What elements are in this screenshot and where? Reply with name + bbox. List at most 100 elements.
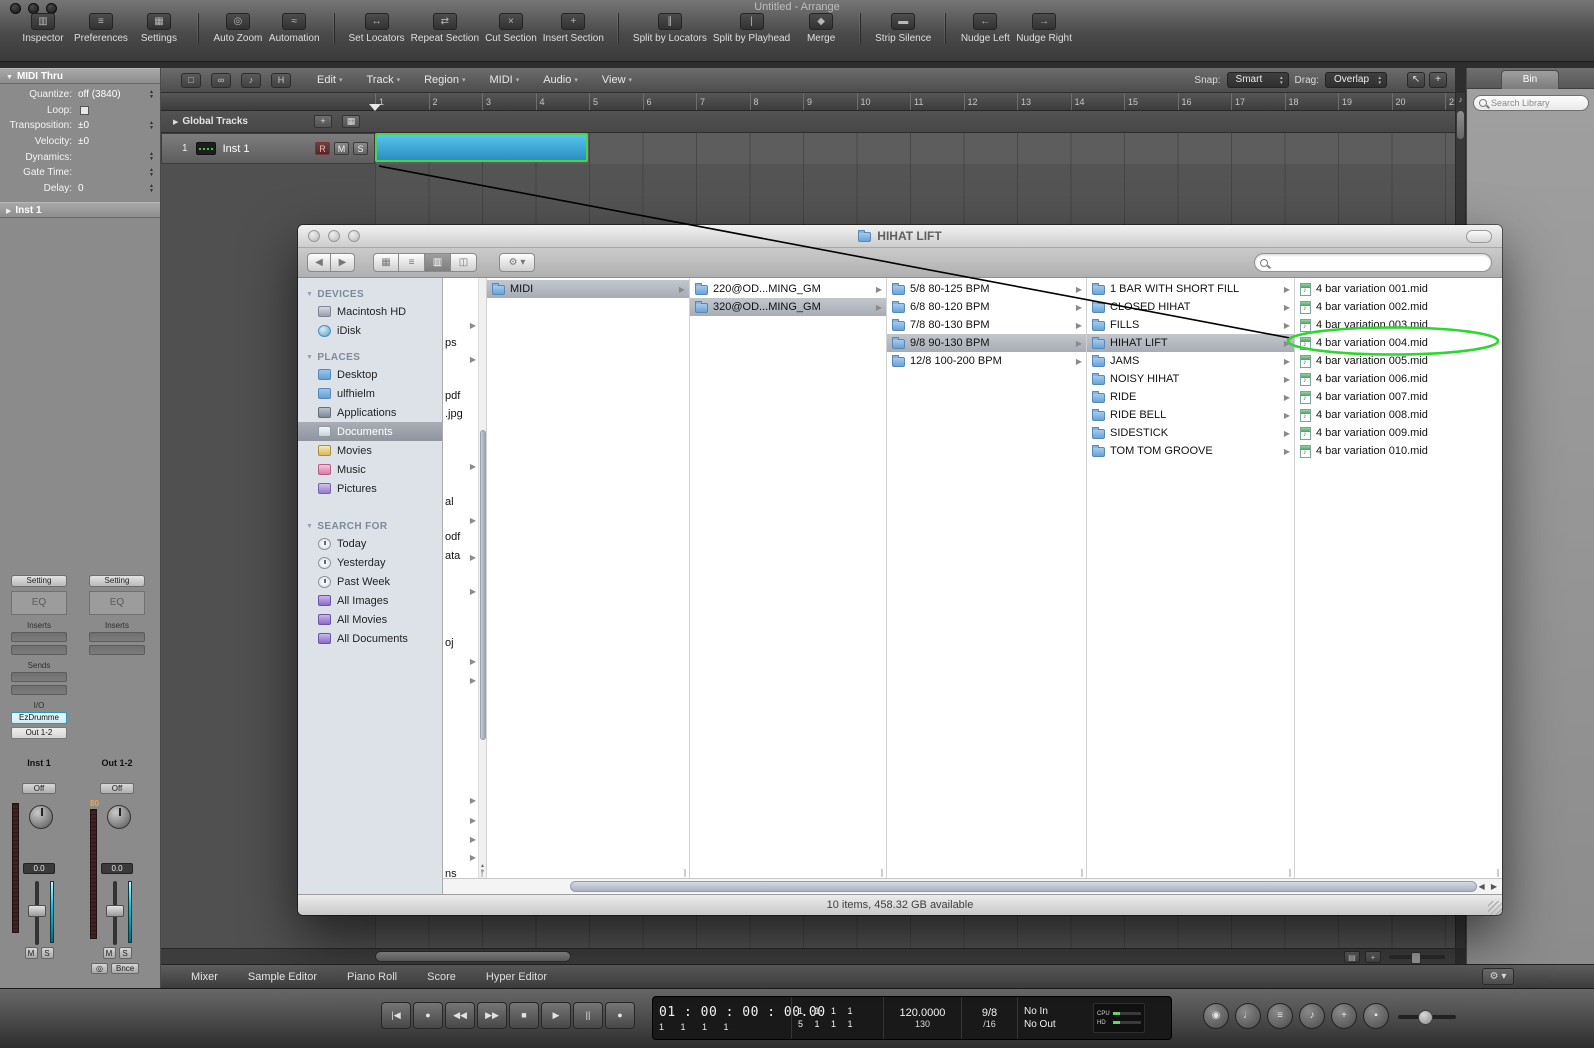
transport-aux-button[interactable]: ▪ — [1363, 1003, 1389, 1029]
clipped-filename[interactable]: pdf — [445, 390, 460, 402]
zoom-slider[interactable] — [1389, 952, 1445, 964]
gear-menu-button[interactable]: ⚙ ▾ — [1482, 968, 1514, 985]
finder-file-row[interactable]: 4 bar variation 007.mid — [1295, 388, 1502, 406]
mute-button[interactable]: M — [24, 947, 38, 959]
arrange-tool-button[interactable]: ♪ — [241, 72, 261, 88]
toolbar-button[interactable]: ◆ Merge — [796, 13, 846, 44]
arrange-tool-button[interactable]: □ — [181, 72, 201, 88]
solo-button[interactable]: S — [118, 947, 132, 959]
toolbar-button[interactable]: ▥ Inspector — [18, 13, 68, 44]
transport-button[interactable]: ◀◀ — [445, 1002, 475, 1029]
coverflow-view-button[interactable]: ◫ — [451, 253, 477, 272]
finder-titlebar[interactable]: HIHAT LIFT — [298, 225, 1502, 248]
param-value[interactable]: ±0 — [78, 120, 89, 131]
finder-folder-row[interactable]: 9/8 90-130 BPM ▶ — [887, 334, 1086, 352]
sidebar-item[interactable]: Macintosh HD — [298, 302, 442, 321]
bounce-button[interactable]: Bnce — [110, 963, 140, 974]
transport-button[interactable]: ▶▶ — [477, 1002, 507, 1029]
toolbar-button[interactable]: | Split by Playhead — [713, 13, 790, 44]
finder-folder-row[interactable]: 5/8 80-125 BPM ▶ — [887, 280, 1086, 298]
solo-button[interactable]: S — [40, 947, 54, 959]
insert-slot[interactable] — [11, 632, 67, 642]
master-volume-slider[interactable] — [1398, 1010, 1456, 1025]
finder-folder-row[interactable]: RIDE BELL ▶ — [1087, 406, 1294, 424]
cursor-tool-button[interactable]: + — [1429, 72, 1447, 88]
fader-thumb[interactable] — [106, 905, 124, 917]
left-locator[interactable]: 1 1 1 1 — [798, 1005, 877, 1018]
transport-button[interactable]: |◀ — [381, 1002, 411, 1029]
sidebar-item[interactable]: Desktop — [298, 365, 442, 384]
division-value[interactable]: /16 — [968, 1019, 1011, 1029]
right-locator[interactable]: 5 1 1 1 — [798, 1018, 877, 1031]
volume-fader[interactable] — [11, 881, 67, 945]
record-enable-button[interactable]: R — [315, 142, 330, 155]
finder-folder-row[interactable]: RIDE ▶ — [1087, 388, 1294, 406]
finder-folder-row[interactable]: HIHAT LIFT ▶ — [1087, 334, 1294, 352]
finder-folder-row[interactable]: JAMS ▶ — [1087, 352, 1294, 370]
sidebar-item[interactable]: Music — [298, 460, 442, 479]
stepper-icon[interactable]: ▲ ▼ — [149, 152, 154, 162]
clipped-filename[interactable]: ns — [445, 868, 457, 878]
output-slot[interactable]: Out 1-2 — [11, 727, 67, 739]
column-view-button[interactable]: ▥ — [425, 253, 451, 272]
instrument-slot[interactable]: EzDrumme — [11, 712, 67, 724]
insert-slot[interactable] — [89, 632, 145, 642]
arrange-tool-button[interactable]: ∞ — [211, 72, 231, 88]
scroll-arrows[interactable]: ◀ ▶ — [1478, 882, 1499, 891]
midi-region[interactable] — [375, 133, 588, 162]
sidebar-item[interactable]: Movies — [298, 441, 442, 460]
arrange-menu[interactable]: View ▾ — [602, 74, 632, 86]
disclosure-triangle-icon[interactable]: ▶ — [173, 118, 178, 126]
global-track-button[interactable]: ▦ — [341, 115, 360, 128]
transport-aux-button[interactable]: ♩ — [1235, 1003, 1261, 1029]
track-header[interactable]: 1 Inst 1 R M S — [161, 133, 375, 164]
bypass-button[interactable]: Off — [100, 783, 134, 794]
sidebar-item[interactable]: Yesterday — [298, 553, 442, 572]
arrange-menu[interactable]: Region ▾ — [424, 74, 465, 86]
zoom-button[interactable]: ▤ — [1344, 951, 1360, 963]
track-mute-button[interactable]: M — [334, 142, 349, 155]
transport-aux-button[interactable]: ♪ — [1299, 1003, 1325, 1029]
hscroll-thumb[interactable] — [375, 951, 571, 962]
finder-file-row[interactable]: 4 bar variation 010.mid — [1295, 442, 1502, 460]
transport-button[interactable]: || — [573, 1002, 603, 1029]
sidebar-item[interactable]: Today — [298, 534, 442, 553]
finder-file-row[interactable]: 4 bar variation 001.mid — [1295, 280, 1502, 298]
toolbar-button[interactable]: ◎ Auto Zoom — [213, 13, 263, 44]
finder-file-row[interactable]: 4 bar variation 008.mid — [1295, 406, 1502, 424]
icon-view-button[interactable]: ▦ — [373, 253, 399, 272]
finder-folder-row[interactable]: 320@OD...MING_GM ▶ — [690, 298, 886, 316]
finder-folder-row[interactable]: 7/8 80-130 BPM ▶ — [887, 316, 1086, 334]
sidebar-item[interactable]: All Movies — [298, 610, 442, 629]
track-solo-button[interactable]: S — [353, 142, 368, 155]
sidebar-item[interactable]: Past Week — [298, 572, 442, 591]
snap-select[interactable]: Smart ▲ ▼ — [1226, 72, 1289, 88]
global-track-button[interactable]: + — [313, 115, 332, 128]
sidebar-item[interactable]: iDisk — [298, 321, 442, 340]
finder-file-row[interactable]: 4 bar variation 005.mid — [1295, 352, 1502, 370]
clipped-filename[interactable]: odf — [445, 531, 460, 543]
editor-tab[interactable]: Score — [427, 971, 456, 983]
arrange-menu[interactable]: Audio ▾ — [543, 74, 578, 86]
toolbar-button[interactable]: ↔ Set Locators — [349, 13, 405, 44]
finder-folder-row[interactable]: 6/8 80-120 BPM ▶ — [887, 298, 1086, 316]
scroll-arrows[interactable]: ▲ ▼ — [479, 863, 486, 875]
track-name[interactable]: Inst 1 — [223, 143, 250, 155]
toolbar-button[interactable]: ≡ Preferences — [74, 13, 128, 44]
transport-button[interactable]: ● — [605, 1002, 635, 1029]
hscroll-thumb[interactable] — [570, 881, 1477, 892]
finder-hscrollbar[interactable]: ◀ ▶ — [443, 878, 1502, 894]
finder-file-row[interactable]: 4 bar variation 006.mid — [1295, 370, 1502, 388]
mode-button[interactable]: ◎ — [91, 963, 108, 974]
position-display[interactable]: 01 : 00 : 00 : 00.00 1 1 1 1 — [653, 997, 825, 1039]
transport-aux-button[interactable]: + — [1331, 1003, 1357, 1029]
inspector-param-row[interactable]: Dynamics: ▲ ▼ — [0, 150, 160, 166]
finder-folder-row[interactable]: FILLS ▶ — [1087, 316, 1294, 334]
toolbar-button[interactable]: + Insert Section — [543, 13, 604, 44]
drag-select[interactable]: Overlap ▲ ▼ — [1325, 72, 1387, 88]
bar-position-display[interactable]: 1 1 1 1 — [659, 1022, 785, 1032]
finder-folder-row[interactable]: 1 BAR WITH SHORT FILL ▶ — [1087, 280, 1294, 298]
toolbar-button[interactable]: ⇄ Repeat Section — [411, 13, 479, 44]
column-documents-clipped[interactable]: ps pdf .jpg al odf ata oj ns ▶ ▶ ▶ ▶ ▶ ▶… — [443, 278, 487, 878]
transport-button[interactable]: ■ — [509, 1002, 539, 1029]
